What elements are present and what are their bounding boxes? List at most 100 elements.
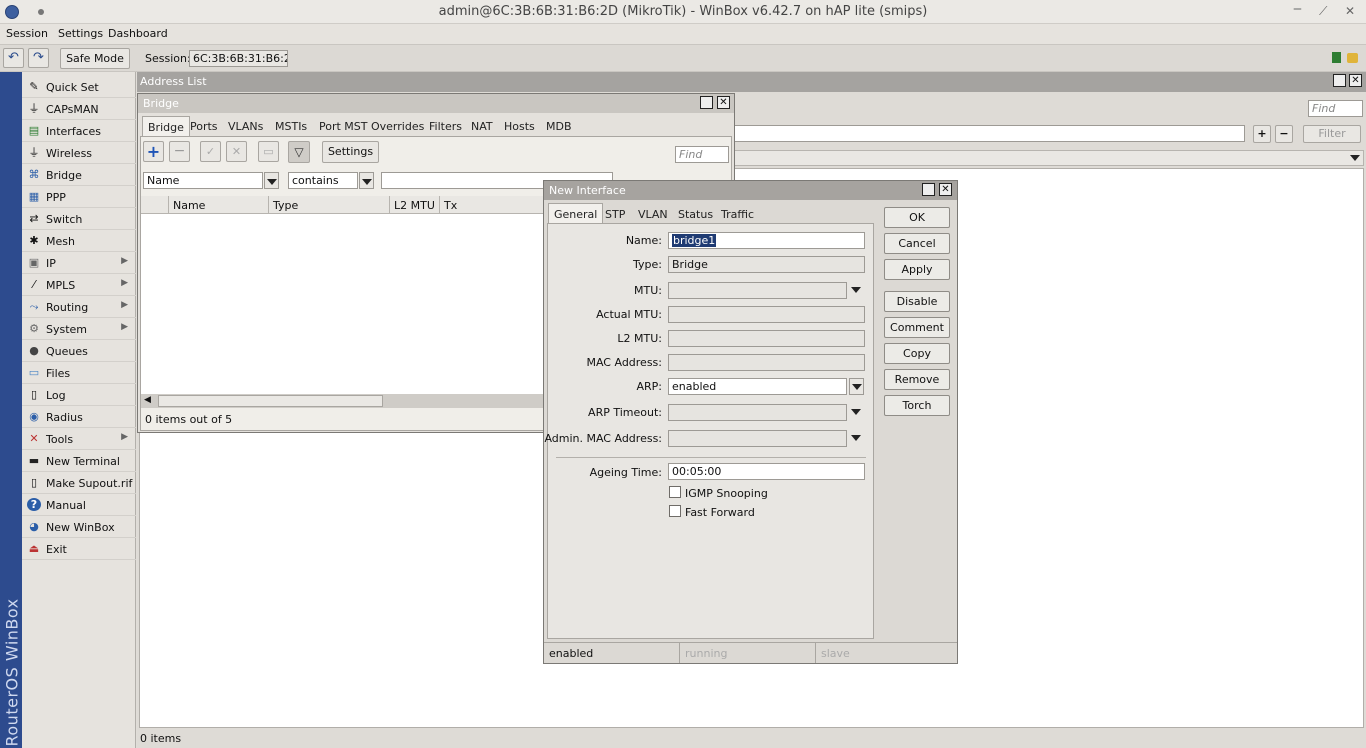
safe-mode-button[interactable]: Safe Mode — [60, 48, 130, 69]
column-l2mtu[interactable]: L2 MTU — [390, 196, 440, 214]
redo-button[interactable]: ↷ — [28, 48, 49, 68]
restore-icon[interactable]: ⟋ — [1319, 4, 1327, 19]
copy-button[interactable]: Copy — [884, 343, 950, 364]
ageing-time-input[interactable]: 00:05:00 — [668, 463, 865, 480]
address-find-input[interactable]: Find — [1308, 100, 1363, 117]
dropdown-icon[interactable] — [359, 172, 374, 189]
arp-timeout-dropdown-icon[interactable] — [851, 409, 861, 415]
tab-hosts[interactable]: Hosts — [499, 116, 540, 136]
remove-button[interactable]: − — [169, 141, 190, 162]
sidebar-item-ppp[interactable]: ▦ PPP — [22, 186, 136, 208]
column-tx[interactable]: Tx — [440, 196, 550, 214]
remove-filter-button[interactable]: − — [1275, 125, 1293, 143]
sidebar-item-label: IP — [46, 257, 56, 270]
sidebar-item-interfaces[interactable]: ▤ Interfaces — [22, 120, 136, 142]
scroll-thumb[interactable] — [158, 395, 383, 407]
add-filter-button[interactable]: + — [1253, 125, 1271, 143]
filter-button[interactable]: Filter — [1303, 125, 1361, 143]
scroll-left-icon[interactable]: ◀ — [144, 395, 151, 405]
tab-stp[interactable]: STP — [600, 204, 630, 224]
sidebar-item-bridge[interactable]: ⌘ Bridge — [22, 164, 136, 186]
column-menu-icon[interactable] — [1350, 155, 1360, 161]
maximize-icon[interactable] — [1333, 74, 1346, 87]
apply-button[interactable]: Apply — [884, 259, 950, 280]
tab-filters[interactable]: Filters — [424, 116, 467, 136]
tab-status[interactable]: Status — [673, 204, 718, 224]
sidebar-item-tools[interactable]: ✕ Tools ▶ — [22, 428, 136, 450]
disable-button[interactable]: Disable — [884, 291, 950, 312]
sidebar-item-exit[interactable]: ⏏ Exit — [22, 538, 136, 560]
cancel-button[interactable]: Cancel — [884, 233, 950, 254]
type-label: Type: — [633, 258, 662, 271]
disable-button[interactable]: ✕ — [226, 141, 247, 162]
comment-button[interactable]: ▭ — [258, 141, 279, 162]
column-type[interactable]: Type — [269, 196, 390, 214]
sidebar-item-quick-set[interactable]: ✎ Quick Set — [22, 76, 136, 98]
torch-button[interactable]: Torch — [884, 395, 950, 416]
admin-mac-input[interactable] — [668, 430, 847, 447]
tab-port-mst-overrides[interactable]: Port MST Overrides — [314, 116, 429, 136]
undo-button[interactable]: ↶ — [3, 48, 24, 68]
tab-nat[interactable]: NAT — [466, 116, 498, 136]
settings-button[interactable]: Settings — [322, 141, 379, 163]
tab-bridge[interactable]: Bridge — [142, 116, 190, 136]
sidebar-item-new-winbox[interactable]: ◕ New WinBox — [22, 516, 136, 538]
sidebar-item-manual[interactable]: ? Manual — [22, 494, 136, 516]
sidebar-item-switch[interactable]: ⇄ Switch — [22, 208, 136, 230]
filter-operator-select[interactable]: contains — [288, 172, 358, 189]
menu-settings[interactable]: Settings — [58, 27, 103, 40]
minimize-icon[interactable]: ‒ — [1293, 1, 1302, 17]
filter-field-select[interactable]: Name — [143, 172, 263, 189]
close-icon[interactable]: ✕ — [1345, 4, 1355, 18]
add-button[interactable]: + — [143, 141, 164, 162]
maximize-icon[interactable] — [700, 96, 713, 109]
menu-dashboard[interactable]: Dashboard — [108, 27, 168, 40]
sidebar-item-make-supout[interactable]: ▯ Make Supout.rif — [22, 472, 136, 494]
comment-button[interactable]: Comment — [884, 317, 950, 338]
close-icon[interactable]: ✕ — [1349, 74, 1362, 87]
sidebar-item-wireless[interactable]: ⏚ Wireless — [22, 142, 136, 164]
close-icon[interactable]: ✕ — [939, 183, 952, 196]
name-input[interactable]: bridge1 — [668, 232, 865, 249]
tab-mstis[interactable]: MSTIs — [270, 116, 312, 136]
dropdown-icon[interactable] — [264, 172, 279, 189]
remove-button[interactable]: Remove — [884, 369, 950, 390]
tab-vlan[interactable]: VLAN — [633, 204, 673, 224]
filter-toggle-button[interactable]: ▽ — [288, 141, 310, 163]
sidebar-item-system[interactable]: ⚙ System ▶ — [22, 318, 136, 340]
bridge-find-input[interactable]: Find — [675, 146, 729, 163]
mtu-dropdown-icon[interactable] — [851, 287, 861, 293]
sidebar-item-mpls[interactable]: ⁄ MPLS ▶ — [22, 274, 136, 296]
arp-dropdown-icon[interactable] — [849, 378, 864, 395]
sidebar-item-label: Mesh — [46, 235, 75, 248]
fast-forward-checkbox[interactable] — [669, 505, 681, 517]
close-icon[interactable]: ✕ — [717, 96, 730, 109]
tab-ports[interactable]: Ports — [185, 116, 223, 136]
sidebar-item-routing[interactable]: ⤳ Routing ▶ — [22, 296, 136, 318]
sidebar-item-mesh[interactable]: ✱ Mesh — [22, 230, 136, 252]
mtu-input[interactable] — [668, 282, 847, 299]
sidebar-item-log[interactable]: ▯ Log — [22, 384, 136, 406]
tab-mdb[interactable]: MDB — [541, 116, 577, 136]
ok-button[interactable]: OK — [884, 207, 950, 228]
sidebar-item-radius[interactable]: ◉ Radius — [22, 406, 136, 428]
sidebar-item-queues[interactable]: ● Queues — [22, 340, 136, 362]
tab-general[interactable]: General — [548, 203, 604, 223]
admin-mac-dropdown-icon[interactable] — [851, 435, 861, 441]
tab-traffic[interactable]: Traffic — [716, 204, 759, 224]
sidebar-item-capsman[interactable]: ⏚ CAPsMAN — [22, 98, 136, 120]
sidebar-item-ip[interactable]: ▣ IP ▶ — [22, 252, 136, 274]
column-name[interactable]: Name — [169, 196, 269, 214]
arp-select[interactable]: enabled — [668, 378, 847, 395]
igmp-snooping-checkbox[interactable] — [669, 486, 681, 498]
log-icon: ▯ — [30, 388, 38, 401]
tab-vlans[interactable]: VLANs — [223, 116, 268, 136]
arp-timeout-input[interactable] — [668, 404, 847, 421]
sidebar-item-new-terminal[interactable]: ▬ New Terminal — [22, 450, 136, 472]
address-filter-input[interactable] — [727, 125, 1245, 142]
maximize-icon[interactable] — [922, 183, 935, 196]
enable-button[interactable]: ✓ — [200, 141, 221, 162]
sidebar-item-files[interactable]: ▭ Files — [22, 362, 136, 384]
menu-session[interactable]: Session — [6, 27, 48, 40]
actual-mtu-label: Actual MTU: — [596, 308, 662, 321]
